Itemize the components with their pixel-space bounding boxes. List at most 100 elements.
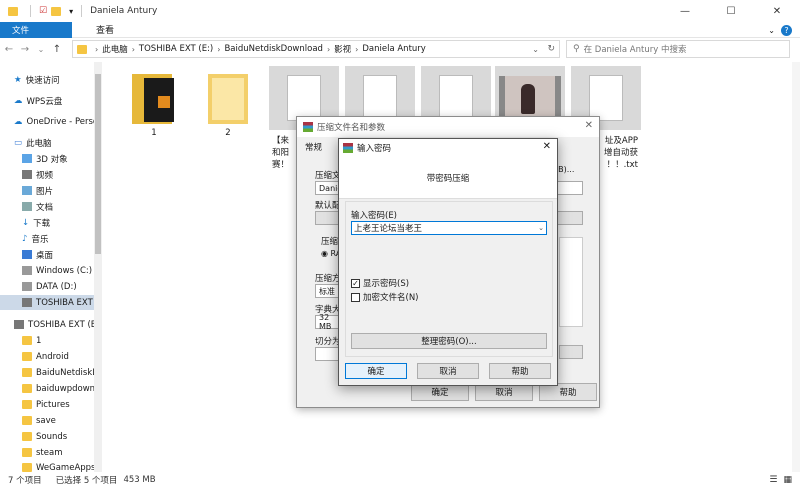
scrollbar-thumb[interactable] bbox=[95, 74, 101, 254]
back-arrow-icon[interactable]: ← bbox=[2, 44, 16, 55]
sidebar-folder-android[interactable]: Android bbox=[0, 349, 94, 364]
cancel-button[interactable]: 取消 bbox=[417, 363, 479, 379]
close-button[interactable]: ✕ bbox=[754, 0, 800, 22]
chevron-right-icon[interactable]: › bbox=[132, 45, 135, 54]
quick-access-dropdown-icon[interactable]: ▾ bbox=[69, 7, 73, 16]
download-arrow-icon: ↓ bbox=[22, 217, 30, 228]
maximize-button[interactable]: ☐ bbox=[708, 0, 754, 22]
properties-icon[interactable]: ☑ bbox=[39, 6, 47, 16]
sidebar-item-onedrive[interactable]: ☁ OneDrive - Perso bbox=[0, 114, 94, 129]
up-arrow-icon[interactable]: ↑ bbox=[50, 44, 64, 55]
sidebar-folder-baidunetdisk[interactable]: BaiduNetdiskD bbox=[0, 365, 94, 380]
method-select[interactable]: 标准 bbox=[315, 284, 339, 298]
breadcrumb-baidu[interactable]: BaiduNetdiskDownload bbox=[224, 44, 322, 54]
sidebar-item-label: OneDrive - Perso bbox=[26, 116, 95, 127]
status-bar: 7 个项目 已选择 5 个项目 453 MB ☰ ▦ bbox=[0, 472, 800, 488]
organize-passwords-button[interactable]: 整理密码(O)... bbox=[351, 333, 547, 349]
checkbox-unchecked[interactable] bbox=[351, 292, 360, 302]
folder-thumbnail bbox=[200, 68, 256, 128]
sidebar-folder-save[interactable]: save bbox=[0, 413, 94, 428]
sidebar-item-3d[interactable]: 3D 对象 bbox=[0, 151, 94, 166]
refresh-icon[interactable]: ↻ bbox=[547, 44, 555, 54]
split-input[interactable] bbox=[315, 347, 339, 361]
chevron-down-icon[interactable]: ⌄ bbox=[538, 224, 544, 232]
sidebar-folder-baiduwp[interactable]: baiduwpdownl bbox=[0, 381, 94, 396]
sidebar-item-label: 此电脑 bbox=[26, 138, 52, 149]
help-icon[interactable]: ? bbox=[781, 24, 792, 36]
item-count: 7 个项目 bbox=[8, 476, 42, 486]
sidebar-item-label: Android bbox=[36, 351, 69, 362]
sidebar-item-this-pc[interactable]: ▭ 此电脑 bbox=[0, 135, 94, 150]
folder-icon bbox=[22, 416, 32, 425]
sidebar-scrollbar[interactable] bbox=[94, 62, 102, 472]
password-input[interactable]: 上老王论坛当老王 ⌄ bbox=[351, 221, 547, 235]
expand-ribbon-icon[interactable]: ⌄ bbox=[768, 26, 775, 35]
folder-icon bbox=[22, 384, 32, 393]
cube-icon bbox=[22, 154, 32, 163]
cloud-icon: ☁ bbox=[14, 95, 23, 106]
sidebar-item-wps[interactable]: ☁ WPS云盘 bbox=[0, 93, 94, 108]
forward-arrow-icon[interactable]: → bbox=[18, 44, 32, 55]
sidebar-item-label: BaiduNetdiskD bbox=[36, 367, 94, 378]
sidebar-item-drive-c[interactable]: Windows (C:) bbox=[0, 263, 94, 278]
sidebar-item-quick-access[interactable]: ★ 快速访问 bbox=[0, 72, 94, 87]
tab-view[interactable]: 查看 bbox=[84, 22, 126, 38]
sidebar-folder-sounds[interactable]: Sounds bbox=[0, 429, 94, 444]
sidebar-item-videos[interactable]: 视频 bbox=[0, 167, 94, 182]
breadcrumb-video[interactable]: 影视 bbox=[334, 43, 351, 55]
sidebar-item-label: baiduwpdownl bbox=[36, 383, 94, 394]
folder-item[interactable]: 1 bbox=[118, 68, 190, 138]
selected-count: 已选择 5 个项目 bbox=[55, 476, 118, 486]
sidebar-item-label: save bbox=[36, 415, 56, 426]
sidebar-item-pictures[interactable]: 图片 bbox=[0, 183, 94, 198]
set-password-button[interactable] bbox=[559, 345, 583, 359]
folder-item[interactable]: 2 bbox=[192, 68, 264, 138]
dialog-title: 输入密码 bbox=[357, 144, 392, 154]
chevron-right-icon[interactable]: › bbox=[327, 45, 330, 54]
window-title: Daniela Antury bbox=[90, 6, 158, 16]
star-icon: ★ bbox=[14, 74, 22, 85]
sidebar-item-desktop[interactable]: 桌面 bbox=[0, 247, 94, 262]
folder-icon bbox=[22, 463, 32, 472]
details-view-icon[interactable]: ☰ bbox=[769, 475, 777, 485]
search-input[interactable]: ⚲ 在 Daniela Antury 中搜索 bbox=[566, 40, 790, 58]
sidebar-item-label: 视频 bbox=[36, 170, 54, 181]
tab-file[interactable]: 文件 bbox=[0, 21, 72, 38]
sidebar-item-downloads[interactable]: ↓ 下载 bbox=[0, 215, 94, 230]
ok-button[interactable]: 确定 bbox=[345, 363, 407, 379]
recent-dropdown-icon[interactable]: ⌄ bbox=[34, 45, 48, 54]
chevron-right-icon[interactable]: › bbox=[217, 45, 220, 54]
new-folder-icon[interactable] bbox=[51, 6, 62, 16]
checkbox-checked[interactable]: ✓ bbox=[351, 278, 360, 288]
encrypt-filenames-checkbox[interactable]: 加密文件名(N) bbox=[351, 291, 419, 303]
sidebar-item-drive-e-root[interactable]: TOSHIBA EXT (E bbox=[0, 317, 94, 332]
file-list-scrollbar[interactable] bbox=[792, 62, 800, 472]
sidebar-folder-steam[interactable]: steam bbox=[0, 445, 94, 460]
address-dropdown-icon[interactable]: ⌄ bbox=[532, 45, 539, 54]
breadcrumb-drive[interactable]: TOSHIBA EXT (E:) bbox=[139, 44, 213, 54]
sidebar-item-drive-e[interactable]: TOSHIBA EXT (E bbox=[0, 295, 94, 310]
sidebar-folder-1[interactable]: 1 bbox=[0, 333, 94, 348]
close-icon[interactable]: ✕ bbox=[543, 141, 551, 152]
sidebar-item-label: 快速访问 bbox=[25, 75, 60, 86]
chevron-right-icon[interactable]: › bbox=[95, 45, 98, 54]
options-panel bbox=[559, 237, 583, 327]
help-button[interactable]: 帮助 bbox=[489, 363, 551, 379]
address-bar[interactable]: › 此电脑 › TOSHIBA EXT (E:) › BaiduNetdiskD… bbox=[72, 40, 560, 58]
sidebar-item-music[interactable]: ♪ 音乐 bbox=[0, 231, 94, 246]
tab-general[interactable]: 常规 bbox=[305, 141, 322, 153]
computer-icon: ▭ bbox=[14, 137, 23, 148]
sidebar-item-label: WPS云盘 bbox=[26, 96, 63, 107]
sidebar-folder-pictures[interactable]: Pictures bbox=[0, 397, 94, 412]
sidebar-item-documents[interactable]: 文档 bbox=[0, 199, 94, 214]
chevron-right-icon[interactable]: › bbox=[355, 45, 358, 54]
breadcrumb-current[interactable]: Daniela Antury bbox=[362, 44, 425, 54]
dictionary-select[interactable]: 32 MB bbox=[315, 313, 339, 331]
sidebar-item-drive-d[interactable]: DATA (D:) bbox=[0, 279, 94, 294]
sidebar-folder-wegame[interactable]: WeGameApps bbox=[0, 460, 94, 472]
close-icon[interactable]: ✕ bbox=[585, 120, 593, 131]
minimize-button[interactable]: — bbox=[662, 0, 708, 22]
large-icons-view-icon[interactable]: ▦ bbox=[783, 475, 792, 485]
show-password-checkbox[interactable]: ✓ 显示密码(S) bbox=[351, 277, 409, 289]
breadcrumb-this-pc[interactable]: 此电脑 bbox=[102, 43, 128, 55]
